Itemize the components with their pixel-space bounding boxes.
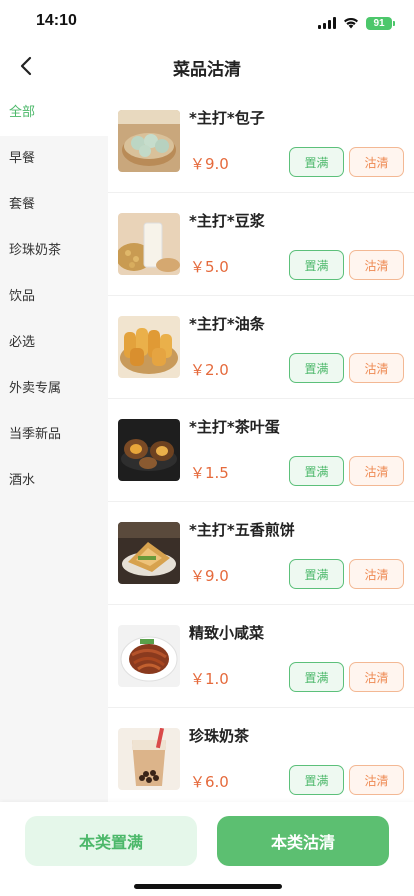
category-sidebar: 全部 早餐 套餐 珍珠奶茶 饮品 必选 外卖专属 当季新品 酒水 <box>0 90 108 802</box>
bottom-action-bar: 本类置满 本类沽清 <box>0 802 414 896</box>
bubble-tea-image <box>118 728 180 790</box>
dish-price: ￥1.5 <box>190 464 229 482</box>
category-item-seasonal[interactable]: 当季新品 <box>0 412 108 458</box>
category-item-all[interactable]: 全部 <box>0 90 108 136</box>
dish-row: *主打*包子 ￥9.0 置满 沽清 <box>108 90 414 193</box>
fill-button[interactable]: 置满 <box>289 250 344 280</box>
battery-level: 91 <box>373 18 385 29</box>
category-item-bubble-tea[interactable]: 珍珠奶茶 <box>0 228 108 274</box>
category-item-alcohol[interactable]: 酒水 <box>0 458 108 504</box>
sell-out-category-button[interactable]: 本类沽清 <box>217 816 389 866</box>
status-time: 14:10 <box>36 12 77 29</box>
dish-row: 精致小咸菜 ￥1.0 置满 沽清 <box>108 605 414 708</box>
battery-icon: 91 <box>366 17 395 30</box>
dish-name: *主打*油条 <box>189 315 265 333</box>
status-bar: 14:10 91 <box>0 0 414 46</box>
dish-price: ￥1.0 <box>190 670 229 688</box>
dish-price: ￥9.0 <box>190 567 229 585</box>
dish-row: *主打*五香煎饼 ￥9.0 置满 沽清 <box>108 502 414 605</box>
fill-button[interactable]: 置满 <box>289 353 344 383</box>
sold-out-button[interactable]: 沽清 <box>349 662 404 692</box>
dish-row: 珍珠奶茶 ￥6.0 置满 沽清 <box>108 708 414 802</box>
sold-out-button[interactable]: 沽清 <box>349 559 404 589</box>
pickles-image <box>118 625 180 687</box>
dish-price: ￥2.0 <box>190 361 229 379</box>
dish-name: 珍珠奶茶 <box>189 727 250 745</box>
signal-icon <box>318 14 336 33</box>
dish-name: *主打*五香煎饼 <box>189 521 295 539</box>
dish-name: 精致小咸菜 <box>189 624 265 642</box>
category-item-drinks[interactable]: 饮品 <box>0 274 108 320</box>
dish-list: *主打*包子 ￥9.0 置满 沽清 *主打*豆浆 ￥5.0 置满 沽清 *主打*… <box>108 90 414 802</box>
fill-category-button[interactable]: 本类置满 <box>25 816 197 866</box>
page-title: 菜品沽清 <box>173 60 241 80</box>
fill-button[interactable]: 置满 <box>289 662 344 692</box>
dish-row: *主打*茶叶蛋 ￥1.5 置满 沽清 <box>108 399 414 502</box>
soy-milk-image <box>118 213 180 275</box>
fried-dough-image <box>118 316 180 378</box>
dish-row: *主打*豆浆 ￥5.0 置满 沽清 <box>108 193 414 296</box>
fill-button[interactable]: 置满 <box>289 765 344 795</box>
status-icons: 91 <box>318 14 395 33</box>
tea-egg-image <box>118 419 180 481</box>
sold-out-button[interactable]: 沽清 <box>349 765 404 795</box>
sold-out-button[interactable]: 沽清 <box>349 147 404 177</box>
sold-out-button[interactable]: 沽清 <box>349 250 404 280</box>
sold-out-button[interactable]: 沽清 <box>349 353 404 383</box>
dish-price: ￥5.0 <box>190 258 229 276</box>
category-item-required[interactable]: 必选 <box>0 320 108 366</box>
dish-name: *主打*茶叶蛋 <box>189 418 280 436</box>
fill-button[interactable]: 置满 <box>289 559 344 589</box>
dish-name: *主打*豆浆 <box>189 212 265 230</box>
category-item-combo[interactable]: 套餐 <box>0 182 108 228</box>
dish-row: *主打*油条 ￥2.0 置满 沽清 <box>108 296 414 399</box>
pancake-image <box>118 522 180 584</box>
dish-price: ￥9.0 <box>190 155 229 173</box>
sold-out-button[interactable]: 沽清 <box>349 456 404 486</box>
dish-price: ￥6.0 <box>190 773 229 791</box>
category-item-delivery[interactable]: 外卖专属 <box>0 366 108 412</box>
dish-name: *主打*包子 <box>189 109 265 127</box>
category-item-breakfast[interactable]: 早餐 <box>0 136 108 182</box>
steamed-buns-image <box>118 110 180 172</box>
fill-button[interactable]: 置满 <box>289 456 344 486</box>
wifi-icon <box>343 14 359 33</box>
nav-bar: 菜品沽清 <box>0 46 414 90</box>
home-indicator <box>134 884 282 889</box>
fill-button[interactable]: 置满 <box>289 147 344 177</box>
